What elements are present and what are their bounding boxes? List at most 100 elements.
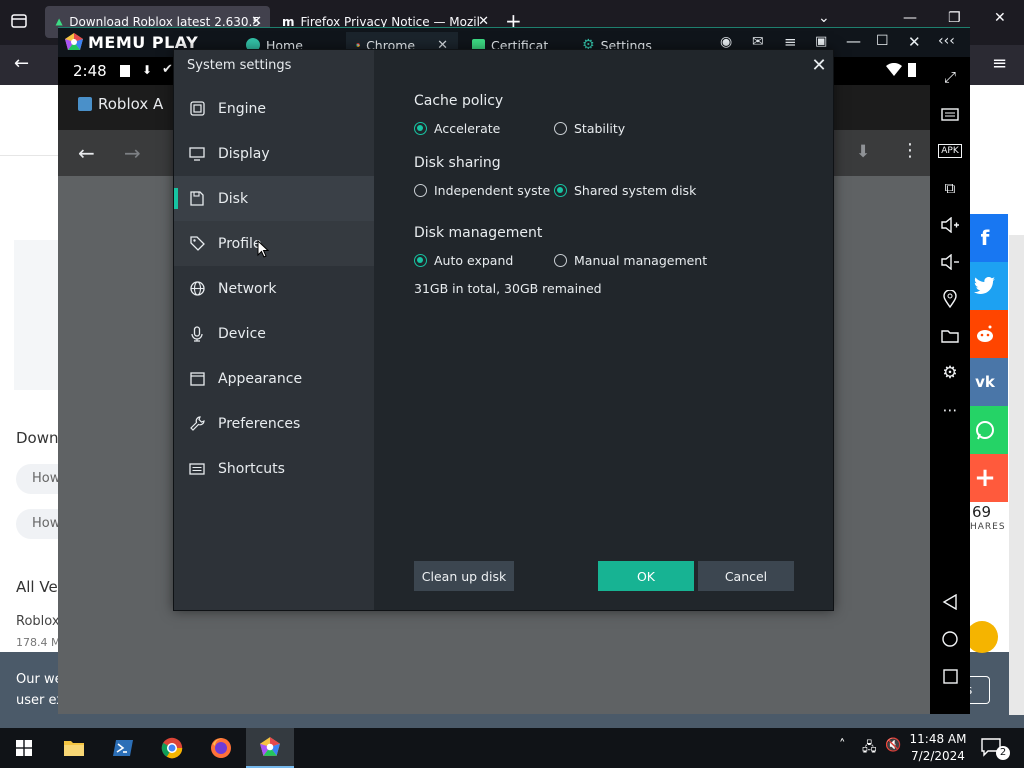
more-horizontal-icon[interactable]: ⋯ bbox=[930, 397, 970, 423]
cookie-text: Our we bbox=[16, 672, 63, 687]
memu-taskbar-icon[interactable] bbox=[246, 728, 294, 768]
radio-dot bbox=[554, 122, 567, 135]
globe-icon bbox=[188, 280, 206, 298]
share-count: 69 bbox=[972, 503, 992, 521]
keyboard-icon bbox=[188, 460, 206, 478]
volume-up-icon[interactable] bbox=[930, 212, 970, 238]
microphone-icon bbox=[188, 325, 206, 343]
minimize-icon[interactable]: — bbox=[903, 10, 917, 26]
disk-icon bbox=[188, 190, 206, 208]
nav-item-device[interactable]: Device bbox=[174, 311, 374, 356]
radio-dot bbox=[414, 122, 427, 135]
android-recents-icon[interactable] bbox=[930, 663, 970, 689]
screenshot-icon[interactable]: ▣ bbox=[815, 34, 827, 49]
dialog-close-icon[interactable]: ✕ bbox=[808, 54, 830, 76]
memu-logo-icon bbox=[65, 33, 83, 50]
file-explorer-icon[interactable] bbox=[50, 728, 98, 768]
keyboard-icon[interactable] bbox=[930, 101, 970, 127]
radio-dot bbox=[554, 184, 567, 197]
forward-arrow-icon[interactable]: → bbox=[124, 141, 141, 165]
dialog-title: System settings bbox=[187, 58, 292, 73]
volume-down-icon[interactable] bbox=[930, 249, 970, 275]
hamburger-menu-icon[interactable]: ≡ bbox=[992, 53, 1007, 74]
more-vertical-icon[interactable]: ⋮ bbox=[901, 140, 919, 161]
radio-label: Independent system d bbox=[434, 183, 550, 198]
close-window-icon[interactable]: ✕ bbox=[994, 10, 1006, 26]
apk-install-icon[interactable]: APK bbox=[930, 138, 970, 164]
file-size: 178.4 M bbox=[16, 636, 61, 649]
windows-logo-icon bbox=[16, 740, 32, 756]
mail-icon[interactable]: ✉ bbox=[752, 34, 764, 50]
roblox-site-icon bbox=[78, 97, 92, 111]
nav-item-display[interactable]: Display bbox=[174, 131, 374, 176]
taskbar-clock[interactable]: 11:48 AM 7/2/2024 bbox=[900, 731, 976, 765]
radio-manual-management[interactable]: Manual management bbox=[554, 253, 707, 268]
network-icon[interactable]: 🖧 bbox=[862, 738, 877, 760]
nav-item-label: Network bbox=[218, 280, 277, 297]
nav-item-appearance[interactable]: Appearance bbox=[174, 356, 374, 401]
back-arrow-icon[interactable]: ← bbox=[14, 53, 29, 74]
chip-icon bbox=[188, 100, 206, 118]
cancel-button[interactable]: Cancel bbox=[698, 561, 794, 591]
clean-up-disk-button[interactable]: Clean up disk bbox=[414, 561, 514, 591]
close-window-icon[interactable]: ✕ bbox=[908, 33, 921, 51]
roblox-version-item[interactable]: Roblox bbox=[16, 614, 60, 629]
nav-item-shortcuts[interactable]: Shortcuts bbox=[174, 446, 374, 491]
fullscreen-icon[interactable]: ⤢ bbox=[930, 64, 970, 90]
how-link[interactable]: How bbox=[16, 464, 60, 494]
radio-label: Auto expand bbox=[434, 253, 514, 268]
android-back-icon[interactable] bbox=[930, 589, 970, 615]
ok-button[interactable]: OK bbox=[598, 561, 694, 591]
nav-item-disk[interactable]: Disk bbox=[174, 176, 374, 221]
scrollbar[interactable] bbox=[1009, 235, 1024, 715]
radio-stability[interactable]: Stability bbox=[554, 121, 625, 136]
disk-management-title: Disk management bbox=[414, 225, 543, 241]
collapse-sidebar-icon[interactable]: ‹‹‹ bbox=[938, 33, 955, 49]
chrome-icon[interactable] bbox=[148, 728, 196, 768]
radio-auto-expand[interactable]: Auto expand bbox=[414, 253, 513, 268]
radio-label: Manual management bbox=[574, 253, 708, 268]
volume-muted-icon[interactable]: 🔇 bbox=[885, 738, 901, 753]
location-icon[interactable] bbox=[930, 286, 970, 312]
firefox-view-icon[interactable] bbox=[10, 12, 28, 30]
back-arrow-icon[interactable]: ← bbox=[78, 141, 95, 165]
radio-accelerate[interactable]: Accelerate bbox=[414, 121, 500, 136]
maximize-icon[interactable]: ☐ bbox=[876, 33, 889, 49]
download-heading: Down bbox=[16, 429, 59, 447]
notification-count-badge: 2 bbox=[996, 746, 1010, 760]
cookie-text: user ex bbox=[16, 693, 64, 708]
battery-icon bbox=[908, 63, 916, 77]
windows-start-button[interactable] bbox=[0, 728, 48, 768]
account-icon[interactable]: ◉ bbox=[720, 34, 732, 50]
divider bbox=[0, 155, 58, 156]
notification-center-button[interactable]: 2 bbox=[980, 737, 1014, 761]
nav-item-profile[interactable]: Profile bbox=[174, 221, 374, 266]
radio-independent-system-disk[interactable]: Independent system d bbox=[414, 183, 550, 198]
gear-icon[interactable]: ⚙ bbox=[930, 360, 970, 386]
nav-item-network[interactable]: Network bbox=[174, 266, 374, 311]
wrench-icon bbox=[188, 415, 206, 433]
android-home-icon[interactable] bbox=[930, 626, 970, 652]
restore-icon[interactable]: ❐ bbox=[948, 10, 961, 26]
folder-icon[interactable] bbox=[930, 323, 970, 349]
nav-item-preferences[interactable]: Preferences bbox=[174, 401, 374, 446]
firefox-icon[interactable] bbox=[197, 728, 245, 768]
notification-bell-icon[interactable] bbox=[966, 621, 998, 653]
powershell-icon[interactable] bbox=[99, 728, 147, 768]
tab-list-chevron-icon[interactable]: ⌄ bbox=[818, 10, 830, 26]
minimize-icon[interactable]: — bbox=[846, 32, 861, 50]
download-status-icon: ⬇ bbox=[142, 63, 153, 77]
multi-instance-icon[interactable]: ⧉ bbox=[930, 175, 970, 201]
android-tab[interactable]: Roblox A bbox=[78, 95, 163, 113]
shares-label: HARES bbox=[970, 522, 1006, 532]
twitter-bird-icon bbox=[974, 277, 995, 294]
nav-item-engine[interactable]: Engine bbox=[174, 86, 374, 131]
mouse-cursor-icon bbox=[257, 240, 269, 258]
tag-icon bbox=[188, 235, 206, 253]
how-link[interactable]: How bbox=[16, 509, 60, 539]
radio-shared-system-disk[interactable]: Shared system disk bbox=[554, 183, 696, 198]
nav-item-label: Appearance bbox=[218, 370, 303, 387]
chevron-up-icon[interactable]: ˄ bbox=[839, 738, 846, 753]
download-icon[interactable]: ⬇ bbox=[856, 142, 870, 162]
nav-item-label: Device bbox=[218, 325, 266, 342]
